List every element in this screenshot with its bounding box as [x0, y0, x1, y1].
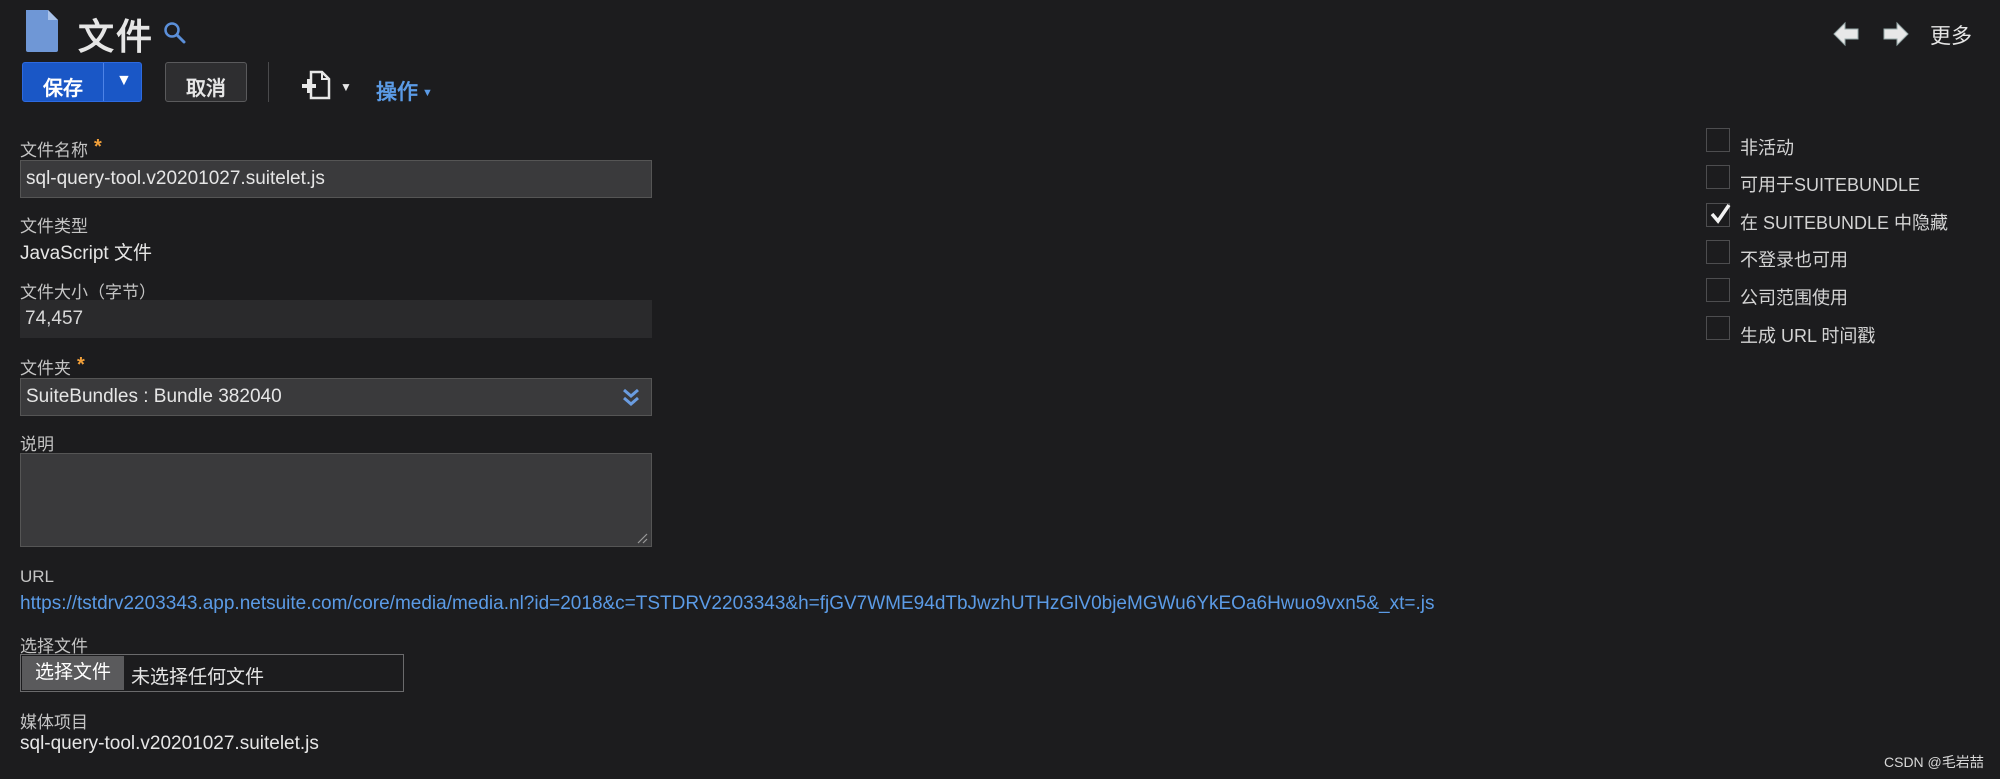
description-textarea[interactable] — [20, 453, 652, 547]
actions-menu[interactable]: 操作 ▼ — [376, 76, 433, 106]
document-icon — [26, 10, 58, 52]
file-type-label: 文件类型 — [20, 217, 88, 236]
watermark: CSDN @毛岩喆 — [1884, 754, 1984, 770]
description-label: 说明 — [20, 435, 54, 454]
file-name-input[interactable]: sql-query-tool.v20201027.suitelet.js — [20, 160, 652, 198]
double-chevron-down-icon[interactable] — [620, 387, 642, 409]
media-item-value: sql-query-tool.v20201027.suitelet.js — [20, 733, 319, 754]
checkbox-box[interactable] — [1706, 278, 1730, 302]
cancel-button-label: 取消 — [186, 78, 226, 100]
checkbox-label: 非活动 — [1740, 138, 1794, 158]
checkbox-box[interactable] — [1706, 316, 1730, 340]
arrow-right-icon[interactable] — [1882, 21, 1910, 47]
save-dropdown-caret-icon[interactable]: ▼ — [116, 72, 132, 90]
checkbox-box[interactable] — [1706, 203, 1731, 227]
file-name-label: 文件名称 * — [20, 136, 102, 161]
folder-select[interactable]: SuiteBundles : Bundle 382040 — [20, 378, 652, 416]
folder-label-text: 文件夹 — [20, 359, 71, 378]
toolbar-divider — [268, 62, 269, 102]
actions-caret-icon: ▼ — [422, 87, 433, 100]
checkmark-icon — [1710, 204, 1731, 224]
new-document-icon[interactable] — [302, 70, 332, 100]
save-button[interactable]: 保存 ▼ — [22, 62, 142, 102]
new-document-caret-icon[interactable]: ▼ — [340, 80, 352, 94]
cancel-button[interactable]: 取消 — [165, 62, 247, 102]
checkbox-box[interactable] — [1706, 128, 1730, 152]
checkbox-label: 公司范围使用 — [1740, 288, 1848, 308]
save-button-divider — [103, 63, 104, 101]
required-marker: * — [94, 136, 102, 158]
file-upload-control: 选择文件 未选择任何文件 — [20, 654, 404, 692]
url-link[interactable]: https://tstdrv2203343.app.netsuite.com/c… — [20, 593, 1434, 615]
checkbox-label: 生成 URL 时间戳 — [1740, 326, 1876, 346]
search-icon[interactable] — [162, 20, 186, 44]
save-button-label: 保存 — [43, 78, 83, 100]
arrow-left-icon[interactable] — [1832, 21, 1860, 47]
file-type-value: JavaScript 文件 — [20, 243, 152, 264]
checkbox-box[interactable] — [1706, 165, 1730, 189]
folder-label: 文件夹 * — [20, 354, 85, 379]
checkbox-box[interactable] — [1706, 240, 1730, 264]
checkbox-label: 不登录也可用 — [1740, 250, 1848, 270]
media-item-label: 媒体项目 — [20, 713, 88, 732]
url-label: URL — [20, 567, 55, 586]
checkbox-label: 在 SUITEBUNDLE 中隐藏 — [1740, 213, 1949, 233]
page-title: 文件 — [78, 16, 155, 57]
checkbox-label: 可用于SUITEBUNDLE — [1740, 175, 1921, 195]
file-size-value: 74,457 — [20, 300, 652, 338]
choose-file-button[interactable]: 选择文件 — [22, 656, 124, 690]
file-name-label-text: 文件名称 — [20, 141, 88, 160]
resize-grip-icon[interactable] — [636, 532, 648, 544]
file-upload-status: 未选择任何文件 — [131, 667, 265, 688]
actions-menu-label: 操作 — [376, 81, 418, 104]
more-link[interactable]: 更多 — [1930, 20, 1972, 50]
required-marker: * — [77, 354, 85, 376]
